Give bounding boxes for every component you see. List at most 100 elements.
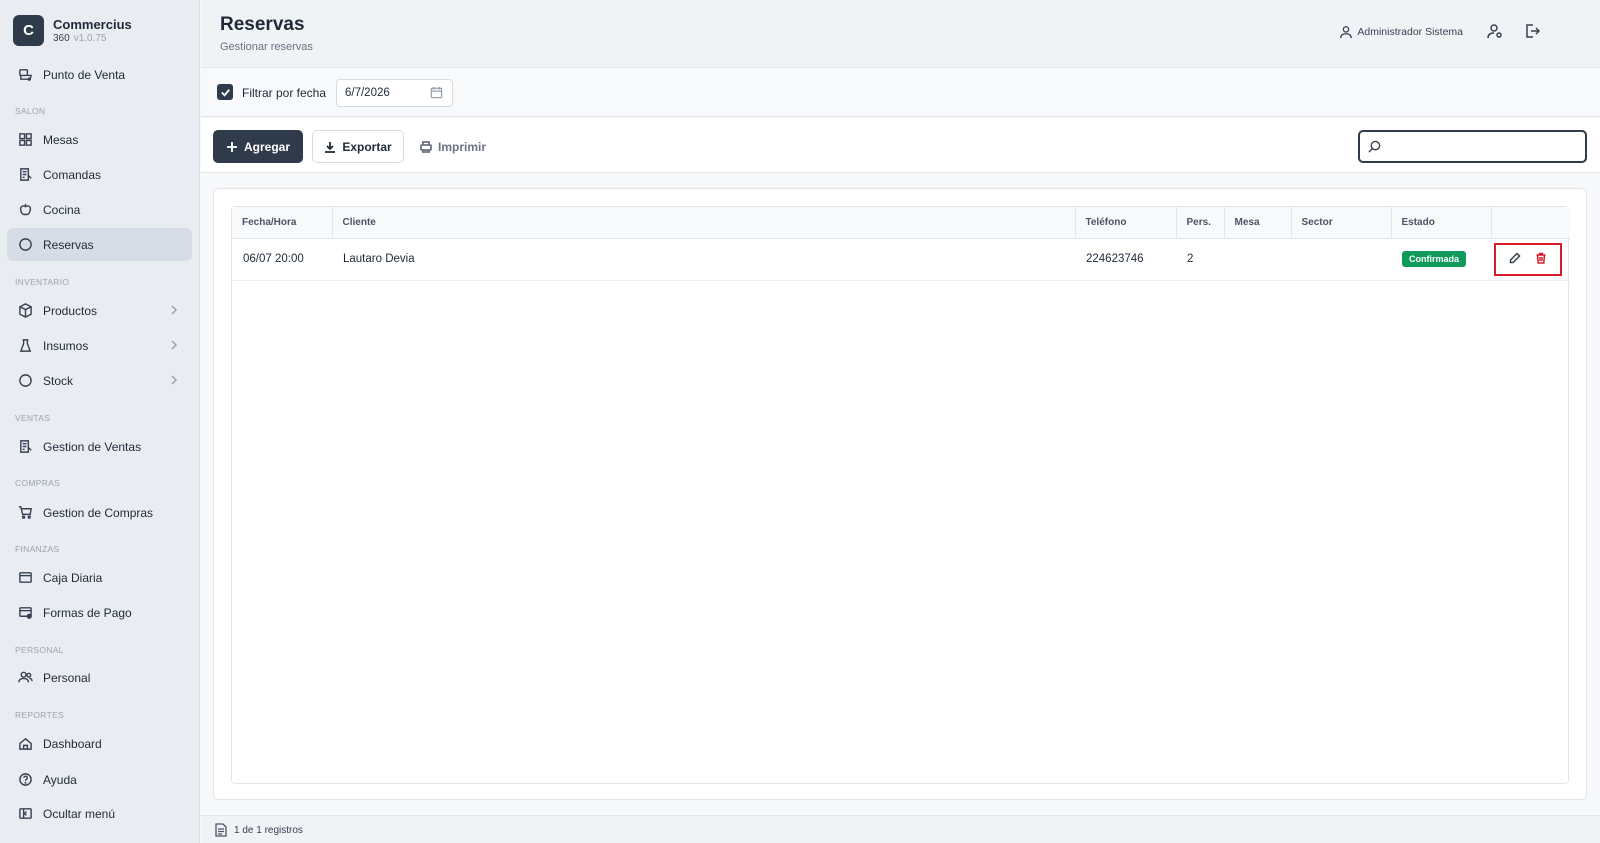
table-footer: 1 de 1 registros <box>201 815 1600 843</box>
sidebar-item-caja-diaria[interactable]: Caja Diaria <box>7 561 192 594</box>
apple-icon <box>17 202 33 218</box>
table-header-row: Fecha/Hora Cliente Teléfono Pers. Mesa S… <box>232 207 1570 239</box>
filter-by-date-checkbox[interactable] <box>217 84 233 100</box>
flask-icon <box>17 338 33 354</box>
sidebar-item-ayuda[interactable]: Ayuda <box>7 763 192 796</box>
delete-button[interactable] <box>1535 252 1547 267</box>
user-menu[interactable]: Administrador Sistema <box>1339 25 1463 39</box>
column-header-acciones <box>1491 207 1570 239</box>
sidebar-item-formas-pago[interactable]: Formas de Pago <box>7 596 192 629</box>
sidebar-item-reservas[interactable]: Reservas <box>7 228 192 261</box>
home-icon <box>17 736 33 752</box>
brand-version: v1.0.75 <box>73 32 107 44</box>
column-header-estado[interactable]: Estado <box>1391 207 1492 239</box>
cell-telefono: 224623746 <box>1075 238 1176 281</box>
cell-personas: 2 <box>1176 238 1224 281</box>
page-subtitle: Gestionar reservas <box>220 41 313 53</box>
row-actions-highlight <box>1494 242 1562 276</box>
payment-card-icon <box>17 605 33 621</box>
cell-fecha-hora: 06/07 20:00 <box>232 238 332 281</box>
chevron-right-icon <box>168 304 180 316</box>
record-count: 1 de 1 registros <box>234 825 303 836</box>
brand: C Commercius 360 v1.0.75 <box>13 15 132 46</box>
help-icon <box>17 772 33 788</box>
section-ventas: VENTAS <box>15 413 51 423</box>
sidebar-item-gestion-compras[interactable]: Gestion de Compras <box>7 496 192 529</box>
search-icon <box>1368 140 1381 153</box>
column-header-personas[interactable]: Pers. <box>1176 207 1225 239</box>
column-header-cliente[interactable]: Cliente <box>332 207 1076 239</box>
sidebar: C Commercius 360 v1.0.75 Punto de Venta S… <box>0 0 200 843</box>
cell-estado: Confirmada <box>1391 238 1491 281</box>
column-header-fecha-hora[interactable]: Fecha/Hora <box>232 207 333 239</box>
printer-icon <box>420 140 432 153</box>
user-name: Administrador Sistema <box>1357 26 1463 38</box>
trash-icon <box>1536 252 1546 264</box>
section-reportes: REPORTES <box>15 710 65 720</box>
circle-icon <box>17 237 33 253</box>
box-icon <box>17 303 33 319</box>
cell-mesa <box>1224 238 1291 281</box>
brand-product: 360 <box>53 32 70 44</box>
sidebar-item-mesas[interactable]: Mesas <box>7 123 192 156</box>
column-header-mesa[interactable]: Mesa <box>1224 207 1292 239</box>
reservations-table: Fecha/Hora Cliente Teléfono Pers. Mesa S… <box>231 206 1570 784</box>
section-salon: SALON <box>15 106 46 116</box>
filter-bar: Filtrar por fecha 6/7/2026 <box>201 69 1600 117</box>
cart-icon <box>17 505 33 521</box>
download-icon <box>325 141 336 153</box>
document-icon <box>215 823 227 837</box>
circle-icon <box>17 373 33 389</box>
chevron-right-icon <box>168 374 180 386</box>
column-header-sector[interactable]: Sector <box>1291 207 1392 239</box>
section-inventario: INVENTARIO <box>15 277 70 287</box>
brand-logo: C <box>13 15 44 46</box>
search-box[interactable] <box>1358 130 1587 163</box>
section-compras: COMPRAS <box>15 478 61 488</box>
grid-icon <box>17 132 33 148</box>
sidebar-item-personal[interactable]: Personal <box>7 661 192 694</box>
content-card: Fecha/Hora Cliente Teléfono Pers. Mesa S… <box>213 188 1587 800</box>
page-title: Reservas <box>220 14 305 35</box>
table-row[interactable]: 06/07 20:00 Lautaro Devia 224623746 2 Co… <box>232 238 1570 281</box>
sidebar-item-productos[interactable]: Productos <box>7 294 192 327</box>
section-finanzas: FINANZAS <box>15 544 60 554</box>
add-button[interactable]: Agregar <box>213 130 303 163</box>
cash-register-icon <box>17 570 33 586</box>
user-icon <box>1340 26 1353 39</box>
sidebar-item-gestion-ventas[interactable]: Gestion de Ventas <box>7 430 192 463</box>
sidebar-item-punto-de-venta[interactable]: Punto de Venta <box>7 58 192 91</box>
sidebar-item-cocina[interactable]: Cocina <box>7 193 192 226</box>
chevron-right-icon <box>168 339 180 351</box>
print-button[interactable]: Imprimir <box>414 130 492 163</box>
page-header: Reservas Gestionar reservas Administrado… <box>201 0 1600 68</box>
calendar-icon[interactable] <box>430 86 444 100</box>
logout-icon[interactable] <box>1524 23 1542 41</box>
sidebar-collapse-icon <box>17 806 33 822</box>
pos-icon <box>17 67 33 83</box>
edit-button[interactable] <box>1509 251 1521 267</box>
status-badge: Confirmada <box>1402 251 1467 267</box>
filter-by-date-label: Filtrar por fecha <box>242 86 327 100</box>
section-personal: PERSONAL <box>15 645 64 655</box>
cell-sector <box>1291 238 1391 281</box>
sidebar-item-ocultar-menu[interactable]: Ocultar menú <box>7 797 192 830</box>
date-input[interactable]: 6/7/2026 <box>336 79 453 107</box>
sidebar-item-insumos[interactable]: Insumos <box>7 329 192 362</box>
receipt-icon <box>17 167 33 183</box>
cell-actions <box>1491 238 1570 281</box>
users-icon <box>17 670 33 686</box>
sidebar-item-dashboard[interactable]: Dashboard <box>7 727 192 760</box>
user-settings-icon[interactable] <box>1487 23 1505 41</box>
export-button[interactable]: Exportar <box>312 130 404 163</box>
brand-name: Commercius <box>53 16 132 32</box>
column-header-telefono[interactable]: Teléfono <box>1075 207 1177 239</box>
check-icon <box>220 88 230 97</box>
sidebar-item-comandas[interactable]: Comandas <box>7 158 192 191</box>
search-input[interactable] <box>1386 136 1581 158</box>
sidebar-item-stock[interactable]: Stock <box>7 364 192 397</box>
receipt-icon <box>17 439 33 455</box>
plus-icon <box>226 141 237 152</box>
toolbar: Agregar Exportar Imprimir <box>201 118 1600 173</box>
cell-cliente: Lautaro Devia <box>332 238 1075 281</box>
